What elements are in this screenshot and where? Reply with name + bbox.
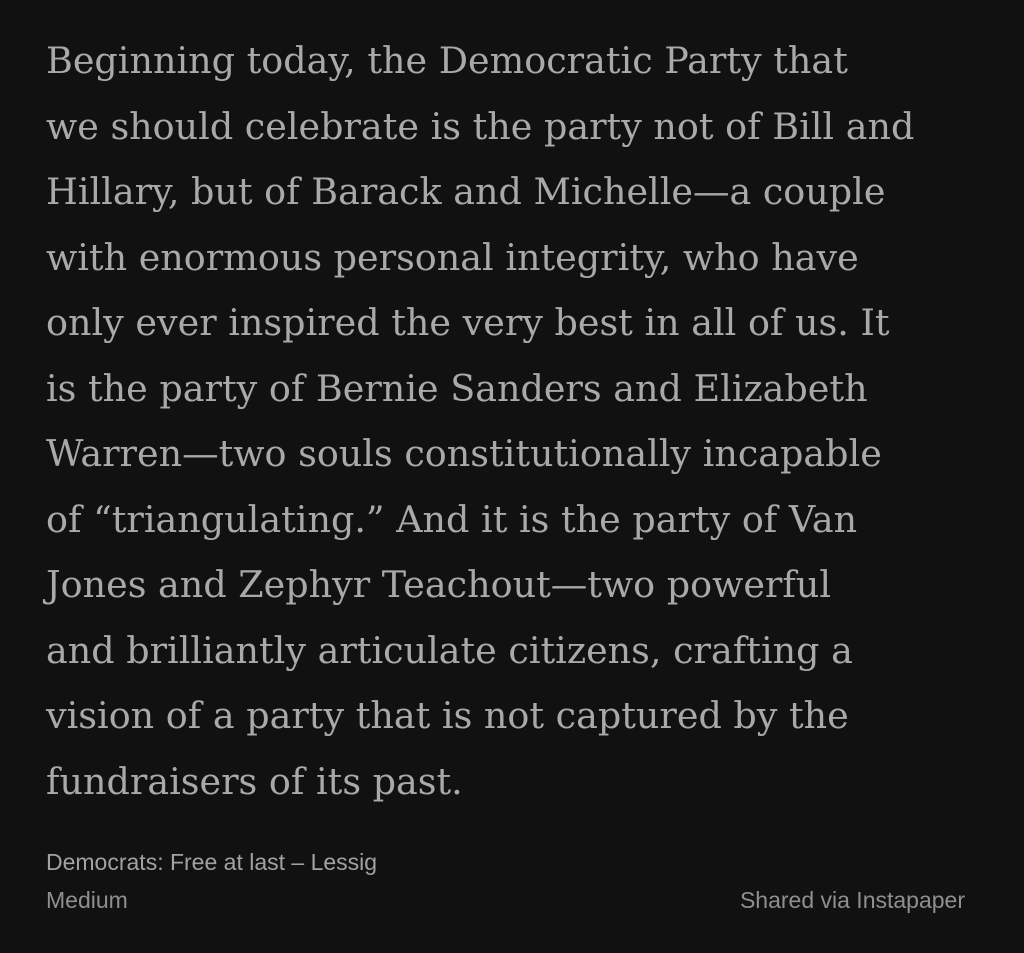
quote-line: we should celebrate is the party not of …: [46, 104, 915, 148]
quote-line: Warren—two souls constitutionally incapa…: [46, 432, 882, 475]
quote-line: and brilliantly articulate citizens, cra…: [46, 628, 853, 672]
quote-line: of “triangulating.” And it is the party …: [46, 497, 858, 541]
article-source: Medium: [46, 887, 128, 913]
quote-line: vision of a party that is not captured b…: [46, 694, 849, 737]
quote-line: with enormous personal integrity, who ha…: [46, 235, 859, 279]
quote-line: is the party of Bernie Sanders and Eliza…: [46, 366, 868, 410]
instapaper-quote-card: Beginning today, the Democratic Party th…: [0, 0, 1024, 953]
quote-line: fundraisers of its past.: [46, 759, 463, 803]
quote-line: only ever inspired the very best in all …: [46, 301, 890, 344]
quote-line: Jones and Zephyr Teachout—two powerful: [46, 563, 832, 606]
quote-text: Beginning today, the Democratic Party th…: [46, 28, 986, 814]
shared-via-label: Shared via Instapaper: [739, 887, 965, 913]
article-title: Democrats: Free at last – Lessig: [46, 849, 378, 875]
quote-line: Hillary, but of Barack and Michelle—a co…: [46, 170, 886, 213]
quote-line: Beginning today, the Democratic Party th…: [46, 39, 848, 82]
